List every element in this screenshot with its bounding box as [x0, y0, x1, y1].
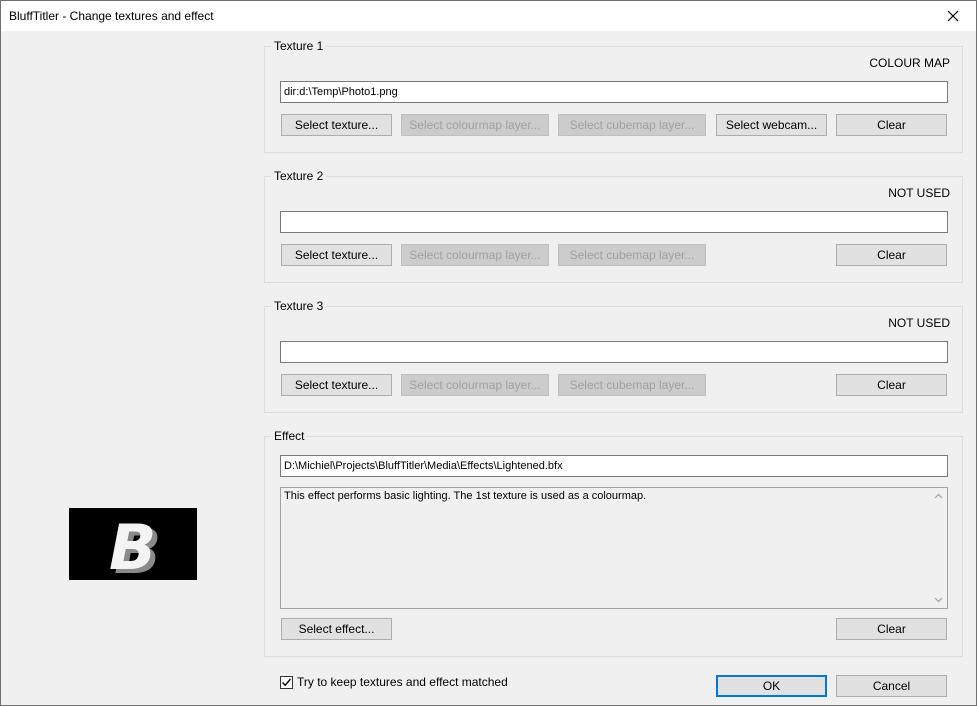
texture-1-clear-button[interactable]: Clear — [836, 114, 947, 136]
effect-description[interactable]: This effect performs basic lighting. The… — [280, 487, 948, 609]
texture-2-path-field[interactable] — [280, 211, 948, 233]
scroll-down-icon[interactable] — [934, 595, 943, 604]
texture-1-title: Texture 1 — [271, 39, 327, 53]
texture-2-select-texture-button[interactable]: Select texture... — [281, 244, 392, 266]
effect-description-scrollbar[interactable] — [930, 488, 947, 608]
close-button[interactable] — [930, 1, 976, 31]
checkmark-icon — [282, 678, 292, 686]
dialog-window: BluffTitler - Change textures and effect… — [0, 0, 977, 706]
scroll-up-icon[interactable] — [934, 492, 943, 501]
window-title: BluffTitler - Change textures and effect — [9, 9, 214, 23]
texture-1-status: COLOUR MAP — [869, 56, 950, 70]
texture-2-status: NOT USED — [888, 186, 950, 200]
keep-matched-option[interactable]: Try to keep textures and effect matched — [280, 674, 508, 690]
texture-3-status: NOT USED — [888, 316, 950, 330]
texture-2-select-colourmap-button[interactable]: Select colourmap layer... — [401, 244, 549, 266]
preview-logo: B B — [109, 511, 161, 588]
title-bar: BluffTitler - Change textures and effect — [1, 1, 976, 31]
effect-description-text: This effect performs basic lighting. The… — [284, 490, 647, 502]
keep-matched-label: Try to keep textures and effect matched — [297, 675, 508, 689]
texture-2-clear-button[interactable]: Clear — [836, 244, 947, 266]
texture-1-select-texture-button[interactable]: Select texture... — [281, 114, 392, 136]
ok-button[interactable]: OK — [716, 675, 827, 697]
select-effect-button[interactable]: Select effect... — [281, 618, 392, 640]
texture-2-title: Texture 2 — [271, 169, 327, 183]
texture-3-select-colourmap-button[interactable]: Select colourmap layer... — [401, 374, 549, 396]
texture-1-path-field[interactable]: dir:d:\Temp\Photo1.png — [280, 81, 948, 103]
texture-3-path-field[interactable] — [280, 341, 948, 363]
texture-3-clear-button[interactable]: Clear — [836, 374, 947, 396]
texture-3-select-texture-button[interactable]: Select texture... — [281, 374, 392, 396]
effect-path-field[interactable]: D:\Michiel\Projects\BluffTitler\Media\Ef… — [280, 455, 948, 477]
preview-letter: B — [109, 511, 156, 580]
texture-1-select-webcam-button[interactable]: Select webcam... — [716, 114, 827, 136]
texture-3-title: Texture 3 — [271, 299, 327, 313]
cancel-button[interactable]: Cancel — [836, 675, 947, 697]
effect-title: Effect — [271, 429, 308, 443]
texture-1-select-cubemap-button[interactable]: Select cubemap layer... — [558, 114, 706, 136]
texture-2-select-cubemap-button[interactable]: Select cubemap layer... — [558, 244, 706, 266]
texture-3-select-cubemap-button[interactable]: Select cubemap layer... — [558, 374, 706, 396]
effect-clear-button[interactable]: Clear — [836, 618, 947, 640]
close-icon — [947, 10, 959, 22]
effect-preview: B B — [69, 508, 197, 588]
texture-1-select-colourmap-button[interactable]: Select colourmap layer... — [401, 114, 549, 136]
keep-matched-checkbox[interactable] — [280, 675, 293, 689]
